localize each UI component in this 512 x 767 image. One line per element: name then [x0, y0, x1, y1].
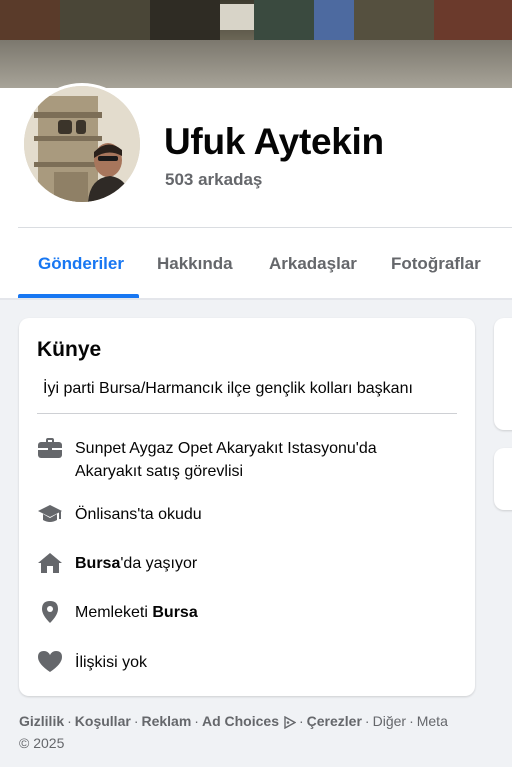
intro-bio: İyi parti Bursa/Harmancık ilçe gençlik k…	[43, 380, 413, 397]
tabs-bottom-divider	[0, 298, 512, 300]
cover-shop-awning	[0, 0, 60, 40]
tab-photos[interactable]: Fotoğraflar	[391, 254, 481, 274]
profile-tabs: Gönderiler Hakkında Arkadaşlar Fotoğrafl…	[18, 228, 512, 298]
side-card-bottom[interactable]	[494, 448, 512, 510]
lives-in-city[interactable]: Bursa	[75, 555, 120, 572]
tab-about[interactable]: Hakkında	[157, 254, 233, 274]
footer-separator: ·	[133, 713, 139, 729]
hometown-prefix: Memleketi	[75, 604, 153, 621]
work-text: Sunpet Aygaz Opet Akaryakıt Istasyonu'da…	[75, 437, 377, 483]
cover-blue-panel	[314, 0, 354, 40]
work-text-line1: Sunpet Aygaz Opet Akaryakıt Istasyonu'da	[75, 440, 377, 457]
footer-meta: Meta	[416, 713, 448, 729]
work-text-line2: Akaryakıt satış görevlisi	[75, 463, 244, 480]
graduation-cap-icon	[37, 502, 63, 526]
footer-link-ad-choices[interactable]: Ad Choices	[202, 713, 279, 729]
intro-divider	[37, 413, 457, 414]
tab-friends[interactable]: Arkadaşlar	[269, 254, 357, 274]
hometown-city[interactable]: Bursa	[152, 604, 197, 621]
footer-separator: ·	[67, 713, 72, 729]
footer-separator: ·	[194, 713, 199, 729]
intro-title: Künye	[37, 338, 102, 361]
heart-icon	[37, 650, 63, 674]
home-icon	[37, 551, 63, 575]
cover-building	[354, 0, 434, 40]
cover-storefront	[60, 0, 150, 40]
footer-separator: ·	[364, 713, 370, 729]
footer-link-privacy[interactable]: Gizlilik	[19, 713, 64, 729]
tab-posts[interactable]: Gönderiler	[38, 254, 124, 274]
intro-card: Künye İyi parti Bursa/Harmancık ilçe gen…	[19, 318, 475, 696]
briefcase-icon	[37, 436, 63, 460]
cover-photo[interactable]	[0, 0, 512, 88]
page-footer: Gizlilik · Koşullar · Reklam · Ad Choices · Çere…	[19, 712, 489, 753]
footer-separator: ·	[298, 713, 304, 729]
profile-name: Ufuk Aytekin	[164, 121, 384, 162]
lives-in-text: Bursa'da yaşıyor	[75, 552, 197, 575]
avatar-photo	[24, 86, 140, 202]
cover-wall	[254, 0, 314, 40]
footer-link-terms[interactable]: Koşullar	[75, 713, 131, 729]
cover-sign	[220, 4, 254, 30]
relationship-text: İlişkisi yok	[75, 654, 148, 671]
footer-copyright: © 2025	[19, 735, 65, 751]
footer-separator: ·	[409, 713, 414, 729]
friends-count[interactable]: 503 arkadaş	[165, 170, 262, 190]
footer-link-cookies[interactable]: Çerezler	[307, 713, 362, 729]
location-pin-icon	[37, 600, 63, 624]
lives-in-suffix: 'da yaşıyor	[120, 555, 198, 572]
footer-link-advertising[interactable]: Reklam	[141, 713, 191, 729]
cover-street	[0, 40, 512, 88]
ad-choices-icon[interactable]	[283, 715, 297, 734]
profile-avatar[interactable]	[21, 83, 143, 205]
hometown-text: Memleketi Bursa	[75, 601, 198, 624]
footer-link-more[interactable]: Diğer	[373, 713, 406, 729]
side-card-top[interactable]	[494, 318, 512, 430]
education-text: Önlisans'ta okudu	[75, 506, 202, 523]
cover-doorway	[150, 0, 220, 40]
cover-shop-shelves	[434, 0, 512, 40]
